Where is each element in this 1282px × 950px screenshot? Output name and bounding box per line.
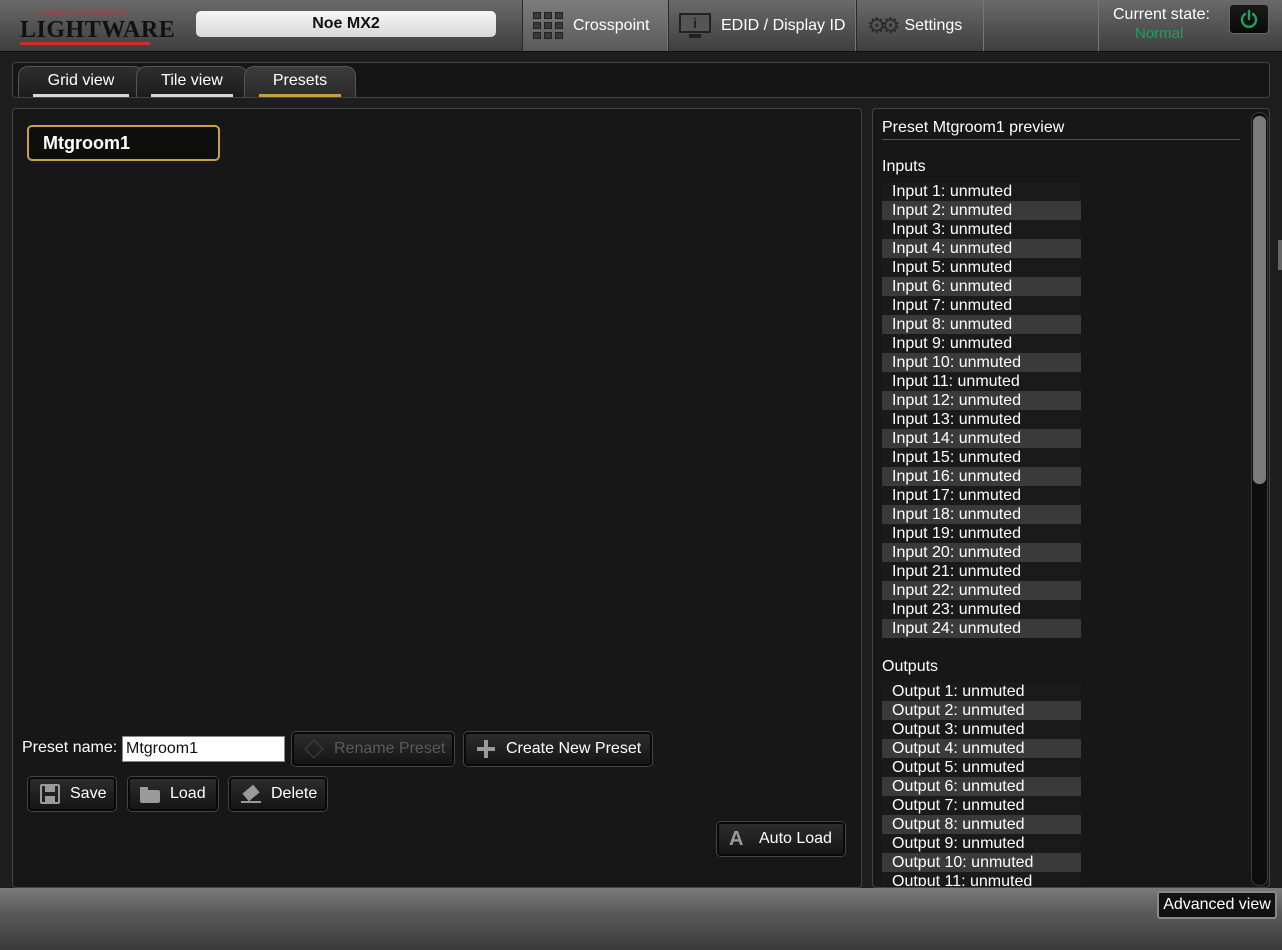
input-row: Input 16: unmuted	[882, 467, 1081, 486]
eraser-icon	[241, 784, 261, 804]
power-icon	[1240, 9, 1258, 28]
logo-name: LIGHTWARE	[20, 17, 176, 43]
tab-tile-view-label: Tile view	[161, 72, 223, 89]
inputs-list: Input 1: unmuted Input 2: unmuted Input 3:…	[882, 182, 1081, 638]
window-edge-handle	[1278, 240, 1282, 270]
input-row: Input 13: unmuted	[882, 410, 1081, 429]
outputs-list: Output 1: unmuted Output 2: unmuted Output…	[882, 682, 1081, 886]
input-row: Input 24: unmuted	[882, 619, 1081, 638]
preset-item-mtgroom1[interactable]: Mtgroom1	[27, 125, 220, 161]
tab-grid-view[interactable]: Grid view	[18, 66, 144, 97]
output-row: Output 10: unmuted	[882, 853, 1081, 872]
grid-icon	[533, 12, 563, 39]
input-row: Input 20: unmuted	[882, 543, 1081, 562]
save-label: Save	[70, 785, 107, 802]
input-row: Input 8: unmuted	[882, 315, 1081, 334]
input-row: Input 4: unmuted	[882, 239, 1081, 258]
preview-title: Preset Mtgroom1 preview	[882, 119, 1240, 140]
output-row: Output 1: unmuted	[882, 682, 1081, 701]
tab-underline	[33, 94, 129, 97]
output-row: Output 9: unmuted	[882, 834, 1081, 853]
nav-tab-crosspoint[interactable]: Crosspoint	[522, 0, 668, 51]
auto-load-button[interactable]: A Auto Load	[717, 822, 845, 856]
tab-presets-label: Presets	[272, 72, 328, 89]
save-button[interactable]: Save	[28, 777, 116, 811]
input-row: Input 22: unmuted	[882, 581, 1081, 600]
load-label: Load	[170, 785, 206, 802]
rename-preset-button[interactable]: Rename Preset	[292, 732, 454, 766]
input-row: Input 11: unmuted	[882, 372, 1081, 391]
input-row: Input 6: unmuted	[882, 277, 1081, 296]
nav-tab-settings-label: Settings	[904, 16, 963, 34]
input-row: Input 5: unmuted	[882, 258, 1081, 277]
current-state: Current state: Normal	[1098, 0, 1228, 51]
input-row: Input 17: unmuted	[882, 486, 1081, 505]
output-row: Output 4: unmuted	[882, 739, 1081, 758]
logo-underline	[20, 42, 150, 45]
tab-underline	[151, 94, 233, 97]
tab-underline-active	[259, 94, 341, 97]
output-row: Output 6: unmuted	[882, 777, 1081, 796]
input-row: Input 21: unmuted	[882, 562, 1081, 581]
tab-grid-view-label: Grid view	[47, 72, 115, 89]
preset-name-label: Preset name:	[22, 739, 118, 756]
folder-icon	[140, 784, 160, 804]
input-row: Input 14: unmuted	[882, 429, 1081, 448]
input-row: Input 12: unmuted	[882, 391, 1081, 410]
rename-preset-label: Rename Preset	[334, 740, 446, 757]
device-name-field[interactable]: Noe MX2	[196, 11, 496, 37]
plus-icon	[476, 739, 496, 759]
input-row: Input 2: unmuted	[882, 201, 1081, 220]
bottom-bar	[0, 888, 1282, 950]
logo-tagline: visual engineering	[38, 8, 128, 17]
power-button[interactable]	[1229, 4, 1269, 34]
output-row: Output 11: unmuted	[882, 872, 1081, 886]
delete-button[interactable]: Delete	[229, 777, 327, 811]
floppy-icon	[40, 784, 60, 804]
preview-scrollbar-thumb[interactable]	[1253, 116, 1266, 484]
output-row: Output 5: unmuted	[882, 758, 1081, 777]
output-row: Output 2: unmuted	[882, 701, 1081, 720]
load-button[interactable]: Load	[128, 777, 218, 811]
nav-tab-crosspoint-label: Crosspoint	[573, 16, 650, 34]
lightware-logo: visual engineering LIGHTWARE	[20, 8, 175, 45]
nav-tab-edid-label: EDID / Display ID	[721, 16, 846, 34]
monitor-icon	[679, 12, 711, 39]
output-row: Output 3: unmuted	[882, 720, 1081, 739]
nav-tab-edid[interactable]: EDID / Display ID	[668, 0, 856, 51]
output-row: Output 8: unmuted	[882, 815, 1081, 834]
tab-tile-view[interactable]: Tile view	[136, 66, 248, 97]
input-row: Input 9: unmuted	[882, 334, 1081, 353]
create-new-preset-button[interactable]: Create New Preset	[464, 732, 652, 766]
create-new-preset-label: Create New Preset	[506, 740, 642, 757]
input-row: Input 7: unmuted	[882, 296, 1081, 315]
input-row: Input 23: unmuted	[882, 600, 1081, 619]
input-row: Input 1: unmuted	[882, 182, 1081, 201]
preset-list-panel	[12, 108, 862, 888]
current-state-label: Current state:	[1113, 6, 1210, 23]
outputs-heading: Outputs	[882, 658, 939, 675]
input-row: Input 15: unmuted	[882, 448, 1081, 467]
preset-name-input[interactable]	[122, 736, 285, 762]
nav-tab-settings[interactable]: ⚙⚙ Settings	[856, 0, 984, 51]
inputs-heading: Inputs	[882, 158, 926, 175]
auto-load-icon: A	[729, 828, 744, 850]
input-row: Input 19: unmuted	[882, 524, 1081, 543]
current-state-value: Normal	[1135, 25, 1184, 42]
pen-icon	[304, 739, 324, 759]
tab-presets[interactable]: Presets	[244, 66, 356, 97]
output-row: Output 7: unmuted	[882, 796, 1081, 815]
input-row: Input 18: unmuted	[882, 505, 1081, 524]
input-row: Input 3: unmuted	[882, 220, 1081, 239]
input-row: Input 10: unmuted	[882, 353, 1081, 372]
advanced-view-button[interactable]: Advanced view	[1157, 891, 1277, 919]
delete-label: Delete	[271, 785, 318, 802]
auto-load-label: Auto Load	[759, 830, 832, 847]
gear-icon: ⚙⚙	[867, 12, 901, 38]
